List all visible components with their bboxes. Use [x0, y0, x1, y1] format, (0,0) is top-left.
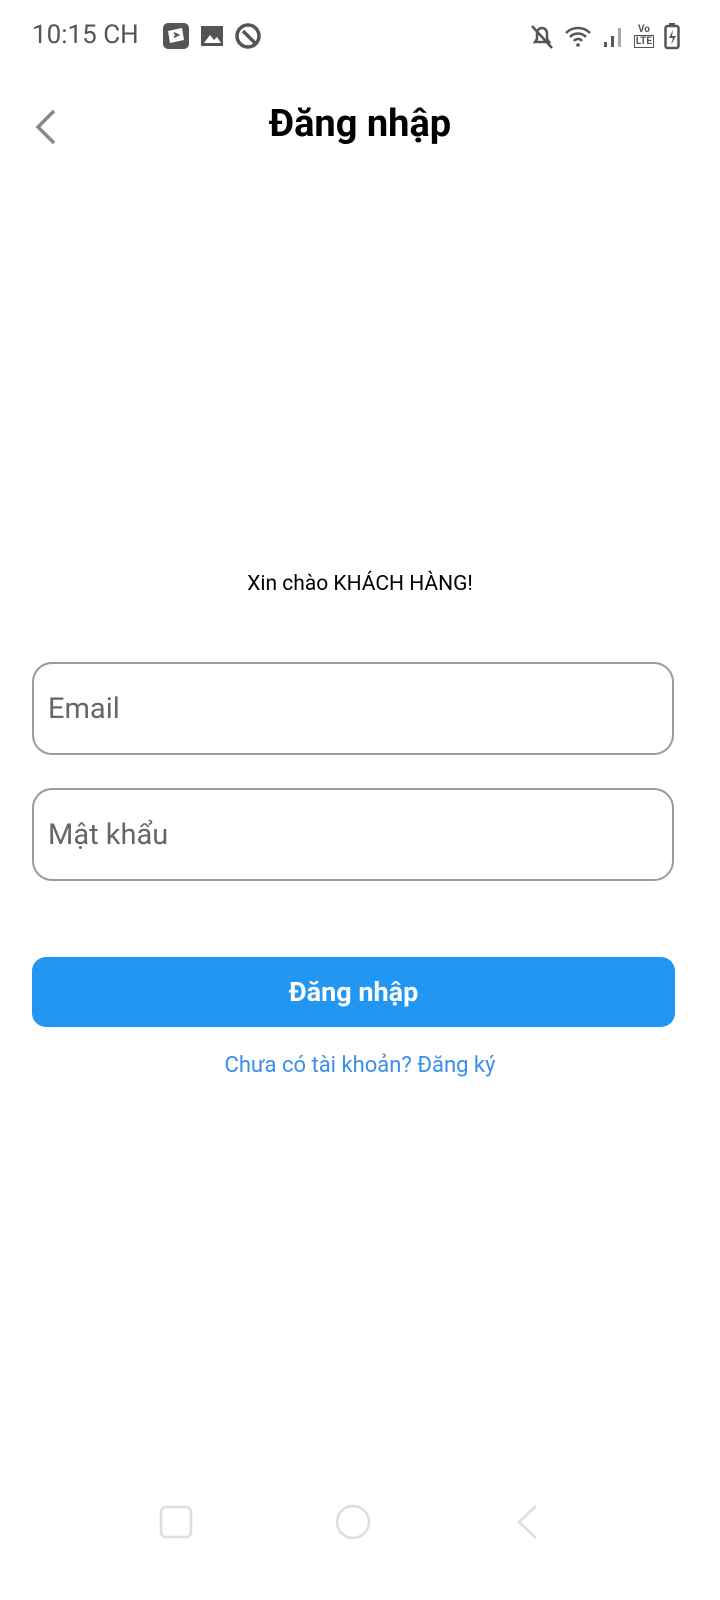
email-field[interactable] — [32, 662, 674, 755]
battery-charging-icon — [664, 23, 680, 50]
image-icon — [201, 26, 223, 46]
app-icon — [235, 23, 261, 49]
password-field[interactable] — [32, 788, 674, 881]
page-title: Đăng nhập — [268, 102, 452, 146]
wifi-icon — [564, 26, 591, 47]
volte-icon: Vo LTE — [633, 24, 654, 48]
register-link[interactable]: Chưa có tài khoản? Đăng ký — [0, 1053, 720, 1078]
bell-off-icon — [530, 25, 553, 49]
status-bar: 10:15 CH Vo LTE — [0, 0, 720, 72]
recents-icon[interactable] — [158, 1504, 194, 1540]
navigation-bar — [0, 1500, 720, 1550]
login-button[interactable]: Đăng nhập — [32, 957, 675, 1027]
greeting-text: Xin chào KHÁCH HÀNG! — [247, 572, 473, 596]
signal-icon — [603, 28, 621, 47]
video-app-icon — [163, 23, 189, 49]
home-icon[interactable] — [334, 1503, 372, 1541]
back-icon[interactable] — [514, 1504, 542, 1540]
status-time: 10:15 CH — [32, 20, 139, 50]
